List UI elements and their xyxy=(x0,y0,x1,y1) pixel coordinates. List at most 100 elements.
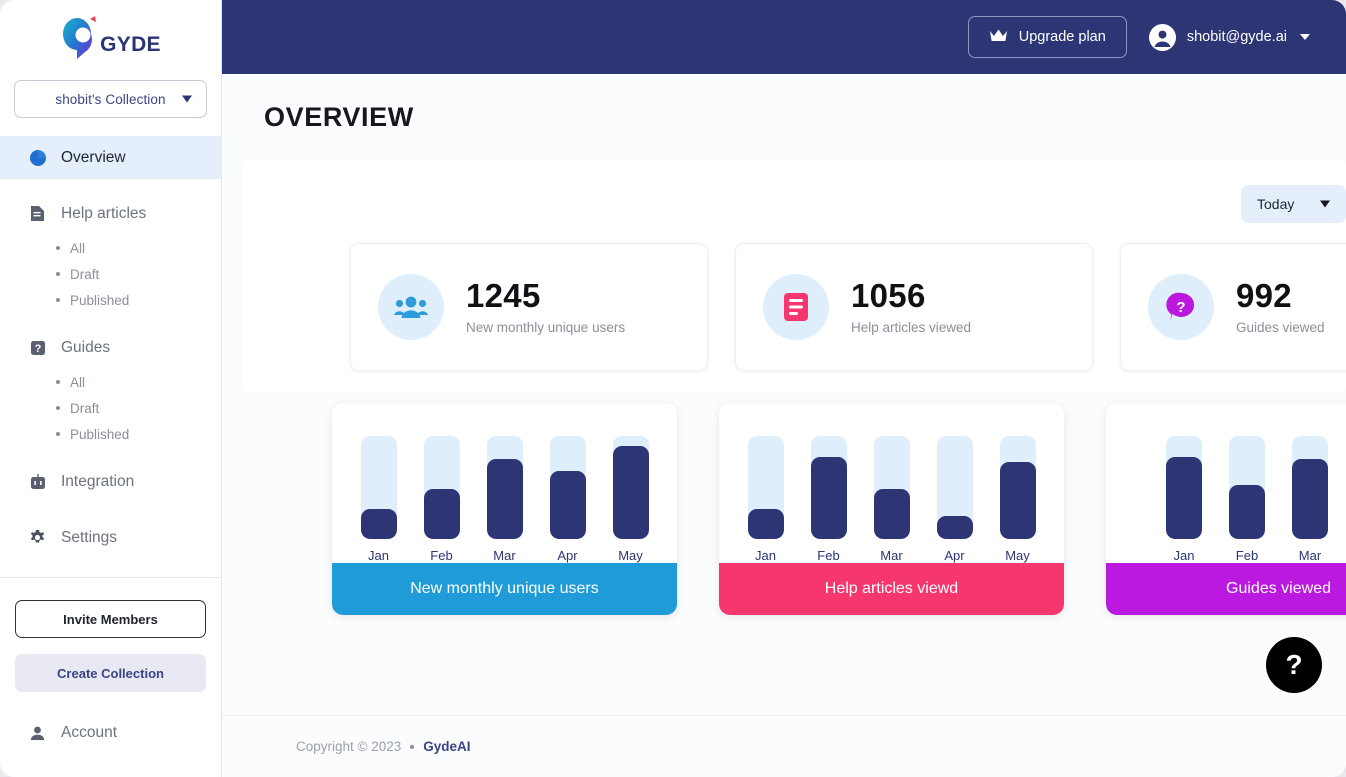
top-header: Upgrade plan shobit@gyde.ai xyxy=(222,0,1346,74)
bar-fill xyxy=(361,509,397,539)
collection-selector[interactable]: shobit's Collection xyxy=(14,80,207,118)
invite-members-button[interactable]: Invite Members xyxy=(15,600,206,638)
bar-fill xyxy=(748,509,784,539)
stat-card-guides[interactable]: ? 992 Guides viewed xyxy=(1120,243,1346,371)
sidebar-divider xyxy=(0,577,221,578)
sidebar-subitem-help-published[interactable]: Published xyxy=(56,287,221,313)
guide-badge-icon: ? xyxy=(28,338,47,357)
chart-card-guides[interactable]: JanFebMarApr Guides viewed xyxy=(1106,403,1346,615)
bullet-icon xyxy=(56,406,60,410)
chart-plot: JanFebMarAprMay xyxy=(332,403,677,563)
sidebar-item-integration[interactable]: Integration xyxy=(0,460,221,503)
sidebar-item-help-articles[interactable]: Help articles xyxy=(0,192,221,235)
page-title: OVERVIEW xyxy=(264,102,1346,133)
bar-fill xyxy=(811,457,847,539)
chevron-down-icon xyxy=(1320,201,1330,208)
avatar-icon xyxy=(1149,24,1176,51)
bar-label: Jan xyxy=(1174,548,1195,563)
dashboard-content: Today xyxy=(222,133,1346,715)
upgrade-plan-button[interactable]: Upgrade plan xyxy=(968,16,1127,58)
bullet-icon xyxy=(56,380,60,384)
chevron-down-icon xyxy=(1300,34,1310,40)
date-range-value: Today xyxy=(1257,196,1294,212)
bar-fill xyxy=(874,489,910,539)
bar-fill xyxy=(937,516,973,539)
gear-icon xyxy=(28,528,47,547)
create-collection-button[interactable]: Create Collection xyxy=(15,654,206,692)
bar-track xyxy=(361,436,397,539)
stat-cards-row: 1245 New monthly unique users xyxy=(350,243,1346,371)
bar-label: May xyxy=(1005,548,1030,563)
bar-track xyxy=(1229,436,1265,539)
bar-fill xyxy=(550,471,586,539)
sidebar-subitem-help-all[interactable]: All xyxy=(56,235,221,261)
question-bubble-icon: ? xyxy=(1148,274,1214,340)
stat-value: 992 xyxy=(1236,279,1325,314)
user-menu[interactable]: shobit@gyde.ai xyxy=(1149,24,1310,51)
bar-column: Jan xyxy=(748,436,784,563)
bar-label: Apr xyxy=(944,548,964,563)
sidebar-item-overview[interactable]: Overview xyxy=(0,136,221,179)
sidebar-item-account[interactable]: Account xyxy=(0,716,221,750)
main-area: Upgrade plan shobit@gyde.ai OVERVIEW To xyxy=(222,0,1346,777)
spacer xyxy=(0,447,221,460)
bar-column: Jan xyxy=(361,436,397,563)
footer: Copyright © 2023 GydeAI xyxy=(222,715,1346,777)
document-icon xyxy=(28,204,47,223)
stat-label: Guides viewed xyxy=(1236,320,1325,335)
brand-name: GYDE xyxy=(100,33,161,57)
sidebar-subitem-help-draft[interactable]: Draft xyxy=(56,261,221,287)
integration-icon xyxy=(28,472,47,491)
bar-track xyxy=(424,436,460,539)
bar-column: Apr xyxy=(550,436,586,563)
bar-column: Mar xyxy=(874,436,910,563)
date-range-selector[interactable]: Today xyxy=(1241,185,1346,223)
footer-copyright: Copyright © 2023 xyxy=(296,739,401,754)
bar-label: Feb xyxy=(817,548,839,563)
sidebar-item-guides[interactable]: ? Guides xyxy=(0,326,221,369)
sidebar-item-settings[interactable]: Settings xyxy=(0,516,221,559)
user-email-label: shobit@gyde.ai xyxy=(1187,29,1287,45)
bar-fill xyxy=(1166,457,1202,539)
bar-column: Feb xyxy=(424,436,460,563)
upgrade-plan-label: Upgrade plan xyxy=(1019,29,1106,45)
bar-fill xyxy=(424,489,460,539)
stat-card-help-articles[interactable]: 1056 Help articles viewed xyxy=(735,243,1093,371)
chart-card-help-articles[interactable]: JanFebMarAprMay Help articles viewd xyxy=(719,403,1064,615)
brand-logo[interactable]: GYDE xyxy=(0,0,221,78)
sidebar-subitem-label: Published xyxy=(70,293,129,308)
bar-fill xyxy=(487,459,523,539)
bar-column: Feb xyxy=(811,436,847,563)
bar-label: Mar xyxy=(1299,548,1321,563)
bar-track xyxy=(1292,436,1328,539)
person-icon xyxy=(28,724,47,743)
sidebar-subitem-guides-draft[interactable]: Draft xyxy=(56,395,221,421)
svg-text:?: ? xyxy=(34,343,41,355)
bar-track xyxy=(748,436,784,539)
sidebar-item-label: Settings xyxy=(61,529,117,547)
guides-sublist: All Draft Published xyxy=(0,369,221,447)
stat-value: 1245 xyxy=(466,279,625,314)
chart-card-new-users[interactable]: JanFebMarAprMay New monthly unique users xyxy=(332,403,677,615)
stat-text-group: 1056 Help articles viewed xyxy=(851,279,971,336)
bar-label: Mar xyxy=(493,548,515,563)
stat-card-new-users[interactable]: 1245 New monthly unique users xyxy=(350,243,708,371)
bullet-icon xyxy=(56,272,60,276)
sidebar-subitem-guides-published[interactable]: Published xyxy=(56,421,221,447)
bar-column: Mar xyxy=(487,436,523,563)
sidebar-subitem-guides-all[interactable]: All xyxy=(56,369,221,395)
sidebar-subitem-label: Draft xyxy=(70,267,99,282)
bar-label: Feb xyxy=(1236,548,1258,563)
sidebar-subitem-label: All xyxy=(70,375,85,390)
bullet-icon xyxy=(56,432,60,436)
bar-track xyxy=(811,436,847,539)
help-fab-button[interactable]: ? xyxy=(1266,637,1322,693)
bar-track xyxy=(1000,436,1036,539)
sidebar-subitem-label: Published xyxy=(70,427,129,442)
pie-chart-icon xyxy=(28,148,47,167)
sidebar-subitem-label: All xyxy=(70,241,85,256)
sidebar: GYDE shobit's Collection Overview xyxy=(0,0,222,777)
bar-label: Jan xyxy=(755,548,776,563)
spacer xyxy=(0,313,221,326)
svg-text:?: ? xyxy=(1176,299,1185,316)
